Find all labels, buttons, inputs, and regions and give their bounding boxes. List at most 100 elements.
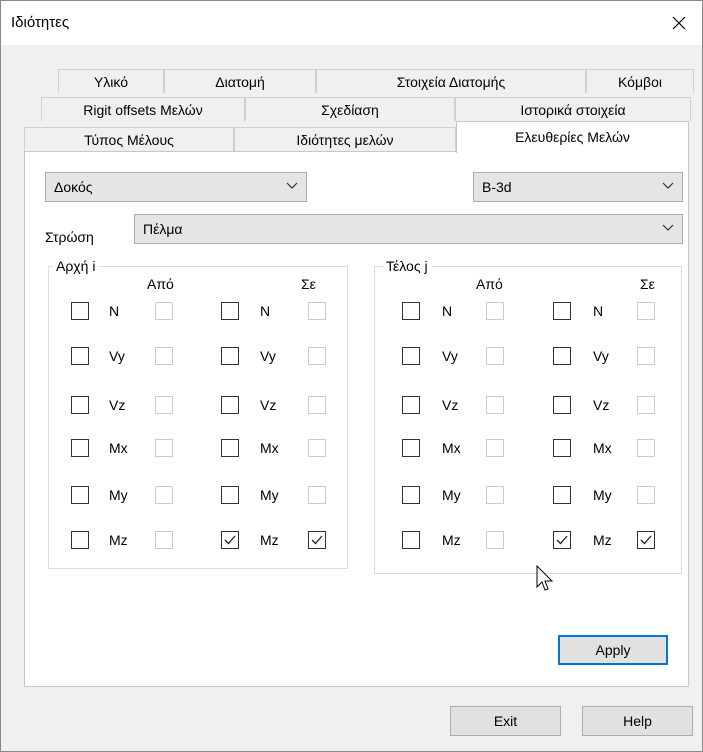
end-group-to-checkbox-n[interactable]: [553, 302, 571, 320]
start-group-from-checkbox-vz[interactable]: [71, 396, 89, 414]
start-group-to-disabled-vy: [308, 347, 326, 365]
end-group-to-checkbox-vz[interactable]: [553, 396, 571, 414]
start-group-from-checkbox-n[interactable]: [71, 302, 89, 320]
layer-select[interactable]: Πέλμα: [134, 214, 683, 244]
start-group-to-disabled-mz[interactable]: [308, 531, 326, 549]
start-group-to-disabled-n: [308, 302, 326, 320]
end-group-from-checkbox-mz[interactable]: [402, 531, 420, 549]
end-group-to-checkbox-mx[interactable]: [553, 439, 571, 457]
start-group-from-disabled-my: [155, 486, 173, 504]
start-group-to-checkbox-vz[interactable]: [221, 396, 239, 414]
end-group-from-checkbox-n[interactable]: [402, 302, 420, 320]
end-node-group: [374, 266, 682, 574]
end-to-label: Σε: [640, 276, 655, 292]
tab-member-properties[interactable]: Ιδιότητες μελών: [234, 127, 456, 151]
start-group-from-checkbox-mx[interactable]: [71, 439, 89, 457]
release-label-vy: Vy: [109, 348, 125, 364]
start-group-from-disabled-mx: [155, 439, 173, 457]
start-from-label: Από: [147, 276, 174, 292]
chevron-down-icon: [286, 182, 298, 189]
start-group-from-checkbox-my[interactable]: [71, 486, 89, 504]
end-group-to-checkbox-my[interactable]: [553, 486, 571, 504]
end-group-to-disabled-mz[interactable]: [637, 531, 655, 549]
start-node-group: [48, 266, 348, 569]
start-group-to-disabled-my: [308, 486, 326, 504]
release-label-n: N: [109, 303, 120, 319]
chevron-down-icon: [662, 182, 674, 189]
checkmark-icon: [311, 535, 323, 545]
end-group-to-disabled-mx: [637, 439, 655, 457]
start-to-label: Σε: [301, 276, 316, 292]
tab-member-type[interactable]: Τύπος Μέλους: [24, 127, 234, 151]
release-label-vy: Vy: [593, 348, 609, 364]
start-group-to-disabled-vz: [308, 396, 326, 414]
start-group-to-checkbox-vy[interactable]: [221, 347, 239, 365]
tab-section[interactable]: Διατομή: [164, 69, 316, 93]
end-group-from-disabled-vz: [486, 396, 504, 414]
release-label-vz: Vz: [593, 397, 610, 413]
mouse-pointer-icon: [536, 565, 554, 591]
end-group-from-checkbox-my[interactable]: [402, 486, 420, 504]
end-group-from-disabled-mz: [486, 531, 504, 549]
start-group-from-disabled-mz: [155, 531, 173, 549]
help-button[interactable]: Help: [582, 706, 693, 736]
start-group-to-checkbox-mz[interactable]: [221, 531, 239, 549]
member-type-select[interactable]: Δοκός: [45, 172, 307, 202]
end-group-from-disabled-mx: [486, 439, 504, 457]
release-label-vy: Vy: [442, 348, 458, 364]
end-group-to-disabled-n: [637, 302, 655, 320]
release-label-vy: Vy: [260, 348, 276, 364]
start-group-from-disabled-vy: [155, 347, 173, 365]
release-label-vz: Vz: [442, 397, 459, 413]
release-label-mx: Mx: [109, 440, 128, 456]
release-label-mz: Mz: [260, 532, 279, 548]
end-group-from-checkbox-mx[interactable]: [402, 439, 420, 457]
release-label-n: N: [593, 303, 604, 319]
start-group-to-checkbox-my[interactable]: [221, 486, 239, 504]
start-group-to-disabled-mx: [308, 439, 326, 457]
tab-history[interactable]: Ιστορικά στοιχεία: [455, 97, 691, 121]
end-group-to-checkbox-mz[interactable]: [553, 531, 571, 549]
end-from-label: Από: [476, 276, 503, 292]
release-label-n: N: [442, 303, 453, 319]
tab-material[interactable]: Υλικό: [58, 69, 164, 93]
start-group-to-checkbox-n[interactable]: [221, 302, 239, 320]
title-bar: Ιδιότητες: [1, 1, 702, 45]
checkmark-icon: [224, 535, 236, 545]
release-label-mz: Mz: [109, 532, 128, 548]
release-label-mx: Mx: [593, 440, 612, 456]
start-group-from-checkbox-vy[interactable]: [71, 347, 89, 365]
tab-section-data[interactable]: Στοιχεία Διατομής: [316, 69, 586, 93]
member-type-value: Δοκός: [54, 179, 93, 195]
release-label-vz: Vz: [109, 397, 126, 413]
close-icon: [672, 16, 686, 30]
release-label-my: My: [260, 487, 279, 503]
end-group-from-checkbox-vy[interactable]: [402, 347, 420, 365]
window-title: Ιδιότητες: [11, 14, 70, 31]
tab-member-releases[interactable]: Ελευθερίες Μελών: [456, 121, 689, 153]
end-group-to-disabled-my: [637, 486, 655, 504]
apply-button[interactable]: Apply: [558, 635, 668, 665]
release-label-mz: Mz: [442, 532, 461, 548]
tab-rigid-offsets[interactable]: Rigit offsets Μελών: [41, 97, 245, 121]
close-button[interactable]: [656, 1, 702, 45]
exit-button[interactable]: Exit: [450, 706, 561, 736]
end-group-from-disabled-vy: [486, 347, 504, 365]
start-group-from-disabled-vz: [155, 396, 173, 414]
start-group-from-checkbox-mz[interactable]: [71, 531, 89, 549]
tab-nodes[interactable]: Κόμβοι: [586, 69, 694, 93]
tab-drawing[interactable]: Σχεδίαση: [245, 97, 455, 121]
release-label-n: N: [260, 303, 271, 319]
release-label-my: My: [109, 487, 128, 503]
start-group-to-checkbox-mx[interactable]: [221, 439, 239, 457]
checkmark-icon: [640, 535, 652, 545]
element-type-select[interactable]: B-3d: [473, 172, 683, 202]
layer-value: Πέλμα: [143, 221, 183, 237]
end-node-title: Τέλος j: [383, 258, 431, 274]
end-group-to-checkbox-vy[interactable]: [553, 347, 571, 365]
release-label-mz: Mz: [593, 532, 612, 548]
release-label-my: My: [593, 487, 612, 503]
end-group-from-checkbox-vz[interactable]: [402, 396, 420, 414]
start-group-from-disabled-n: [155, 302, 173, 320]
layer-label: Στρώση: [45, 229, 94, 245]
